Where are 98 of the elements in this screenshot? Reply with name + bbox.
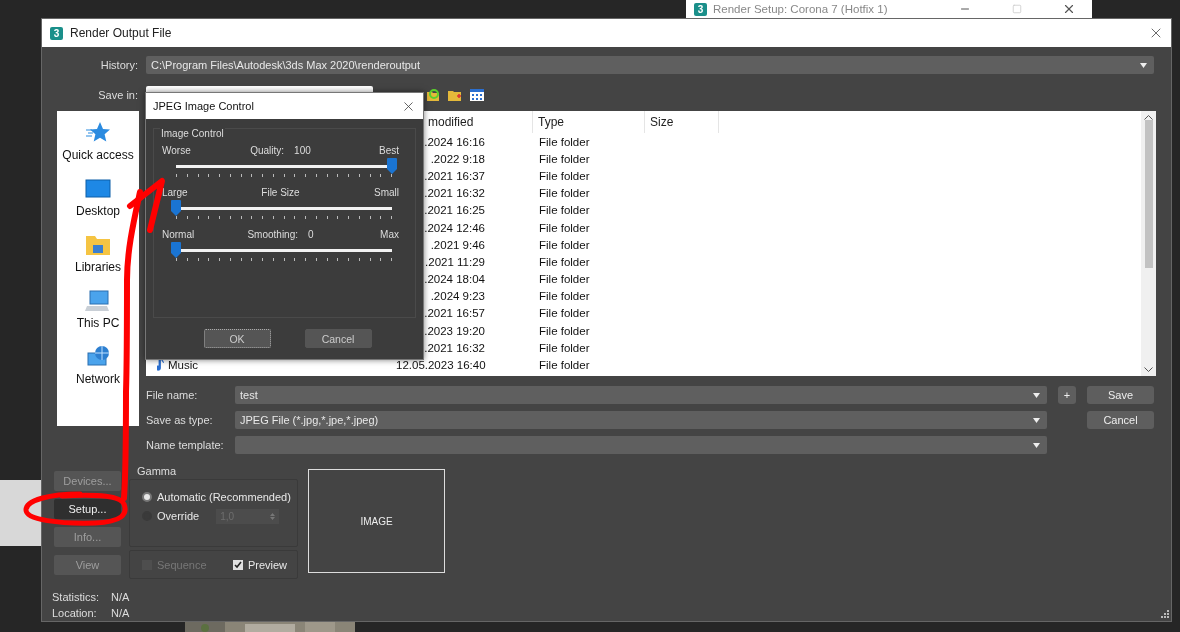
field-label: Save as type: bbox=[146, 414, 214, 426]
folder-icon bbox=[85, 233, 111, 257]
type-cell-text: File folder bbox=[538, 152, 591, 165]
field-label: Name template: bbox=[146, 439, 225, 451]
type-cell-text: File folder bbox=[538, 290, 591, 303]
history-dropdown[interactable]: C:\Program Files\Autodesk\3ds Max 2020\renderoutput bbox=[146, 56, 1154, 74]
radio-label: Override bbox=[157, 510, 200, 522]
place-item[interactable]: This PC bbox=[76, 316, 120, 330]
dropdown-caret-icon[interactable] bbox=[1033, 442, 1040, 448]
cancel-button[interactable]: Cancel bbox=[1087, 411, 1154, 429]
slider-max-label: Small bbox=[374, 187, 399, 198]
app-logo: 3 bbox=[50, 26, 63, 40]
type-cell-text: File folder bbox=[538, 238, 591, 251]
type-cell-text: File folder bbox=[538, 204, 591, 217]
radio-button[interactable] bbox=[142, 492, 152, 502]
date-cell-text: .2021 16:32 bbox=[423, 341, 486, 354]
scroll-down-icon[interactable] bbox=[1144, 367, 1153, 373]
computer-icon bbox=[85, 289, 111, 313]
cancel-button[interactable]: Cancel bbox=[304, 329, 372, 348]
slider-min-label: Worse bbox=[162, 145, 191, 156]
arrow-folder-icon[interactable] bbox=[426, 88, 440, 102]
type-cell-text: File folder bbox=[538, 221, 591, 234]
radio-label: Automatic (Recommended) bbox=[157, 491, 291, 503]
slider-reading: 100 bbox=[294, 145, 311, 156]
background-panel bbox=[0, 480, 41, 546]
desktop-icon bbox=[85, 177, 111, 201]
file-name-field[interactable]: test bbox=[235, 386, 1047, 404]
slider-max-label: Max bbox=[380, 229, 399, 240]
info-label: Statistics: bbox=[52, 590, 101, 603]
save-button[interactable]: Save bbox=[1087, 386, 1154, 404]
dropdown-caret-icon[interactable] bbox=[1140, 62, 1147, 68]
date-cell-text: .2024 18:04 bbox=[423, 273, 486, 286]
file-name[interactable]: Music bbox=[168, 359, 199, 372]
column-header[interactable]: Size bbox=[645, 111, 719, 133]
view-menu-icon[interactable] bbox=[470, 88, 484, 102]
date-cell-text: .2021 11:29 bbox=[424, 255, 486, 268]
type-cell-text: File folder bbox=[538, 273, 591, 286]
slider-label: Quality: bbox=[250, 145, 285, 156]
type-cell-text: File folder bbox=[538, 341, 591, 354]
date-cell-text: .2024 9:23 bbox=[429, 290, 486, 303]
window-title: Render Setup: Corona 7 (Hotfix 1) bbox=[713, 3, 889, 15]
place-item[interactable]: Network bbox=[76, 372, 120, 386]
field-label: Save in: bbox=[97, 89, 138, 101]
dropdown-caret-icon[interactable] bbox=[1033, 392, 1040, 398]
side-button[interactable]: Setup... bbox=[54, 499, 121, 519]
place-item[interactable]: Desktop bbox=[76, 204, 120, 218]
slider-min-label: Large bbox=[162, 187, 188, 198]
group-title: Image Control bbox=[160, 128, 225, 139]
slider-label: Smoothing: bbox=[247, 229, 298, 240]
date-cell-text: .2021 16:25 bbox=[423, 204, 486, 217]
scrollbar[interactable] bbox=[1141, 111, 1156, 376]
music-note-icon bbox=[157, 359, 164, 372]
add-button[interactable]: + bbox=[1058, 386, 1076, 404]
type-cell-text: File folder bbox=[538, 307, 591, 320]
app-logo: 3 bbox=[694, 2, 707, 16]
place-item[interactable]: Libraries bbox=[75, 260, 121, 274]
type-cell-text: File folder bbox=[538, 169, 591, 182]
column-header[interactable]: Type bbox=[533, 111, 645, 133]
slider-min-label: Normal bbox=[162, 229, 195, 240]
slider-label: File Size bbox=[261, 187, 300, 198]
window-title: JPEG Image Control bbox=[153, 100, 255, 112]
slider-thumb[interactable] bbox=[387, 158, 397, 174]
type-cell-text: File folder bbox=[538, 135, 591, 148]
date-cell-text: .2021 16:37 bbox=[423, 169, 486, 182]
date-cell-text: .2022 9:18 bbox=[429, 152, 486, 165]
slider-reading: 0 bbox=[308, 229, 314, 240]
file-type-dropdown[interactable]: JPEG File (*.jpg,*.jpe,*.jpeg) bbox=[235, 411, 1047, 429]
checkbox-label: Preview bbox=[247, 558, 287, 571]
info-value: N/A bbox=[111, 606, 130, 619]
date-cell-text: 12.05.2023 16:40 bbox=[396, 359, 487, 372]
field-label: History: bbox=[99, 59, 138, 71]
checkbox[interactable] bbox=[232, 559, 243, 570]
info-label: Location: bbox=[52, 606, 98, 619]
scroll-up-icon[interactable] bbox=[1144, 114, 1153, 120]
slider-thumb[interactable] bbox=[171, 242, 181, 258]
network-icon bbox=[85, 345, 111, 369]
date-cell-text: .2024 12:46 bbox=[423, 221, 486, 234]
type-cell-text: File folder bbox=[538, 255, 591, 268]
place-item[interactable]: Quick access bbox=[62, 148, 134, 162]
checkmark-icon bbox=[233, 560, 242, 569]
date-cell-text: .2021 9:46 bbox=[429, 238, 486, 251]
type-cell-text: File folder bbox=[538, 187, 591, 200]
ok-button[interactable]: OK bbox=[203, 329, 271, 348]
info-value: N/A bbox=[111, 590, 130, 603]
field-label: File name: bbox=[146, 389, 199, 401]
dropdown-caret-icon[interactable] bbox=[1033, 417, 1040, 423]
new-folder-icon[interactable] bbox=[448, 88, 462, 102]
date-cell-text: .2023 19:20 bbox=[423, 324, 486, 337]
group-title: Gamma bbox=[136, 465, 178, 477]
window-title: Render Output File bbox=[70, 26, 173, 40]
resize-grip-icon[interactable] bbox=[1160, 609, 1169, 618]
slider-max-label: Best bbox=[379, 145, 399, 156]
slider-thumb[interactable] bbox=[171, 200, 181, 216]
type-cell-text: File folder bbox=[538, 324, 591, 337]
date-cell-text: .2024 16:16 bbox=[423, 135, 486, 148]
type-cell-text: File folder bbox=[538, 359, 591, 372]
date-cell-text: .2021 16:57 bbox=[423, 307, 486, 320]
image-preview: IMAGE bbox=[308, 469, 445, 573]
